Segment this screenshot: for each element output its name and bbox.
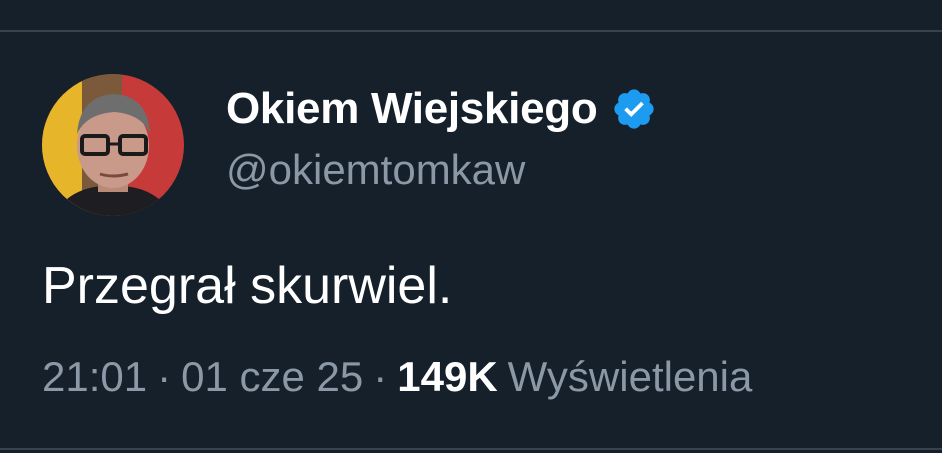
meta-separator: · bbox=[373, 353, 388, 400]
author-display-name[interactable]: Okiem Wiejskiego bbox=[226, 84, 598, 134]
verified-badge-icon[interactable] bbox=[611, 86, 657, 132]
views-count[interactable]: 149K bbox=[397, 353, 497, 401]
views-label: Wyświetlenia bbox=[507, 353, 753, 400]
tweet-time[interactable]: 21:01 bbox=[42, 353, 147, 401]
top-divider bbox=[0, 30, 942, 32]
meta-separator: · bbox=[157, 353, 172, 400]
tweet-meta: 21:01 · 01 cze 25 · 149K Wyświetlenia bbox=[42, 353, 752, 401]
avatar[interactable] bbox=[42, 74, 184, 216]
tweet-text: Przegrał skurwiel. bbox=[42, 257, 453, 315]
bottom-divider bbox=[0, 448, 942, 450]
author-handle[interactable]: @okiemtomkaw bbox=[226, 146, 525, 194]
tweet-date[interactable]: 01 cze 25 bbox=[181, 353, 363, 401]
author-name-row: Okiem Wiejskiego bbox=[226, 84, 657, 134]
